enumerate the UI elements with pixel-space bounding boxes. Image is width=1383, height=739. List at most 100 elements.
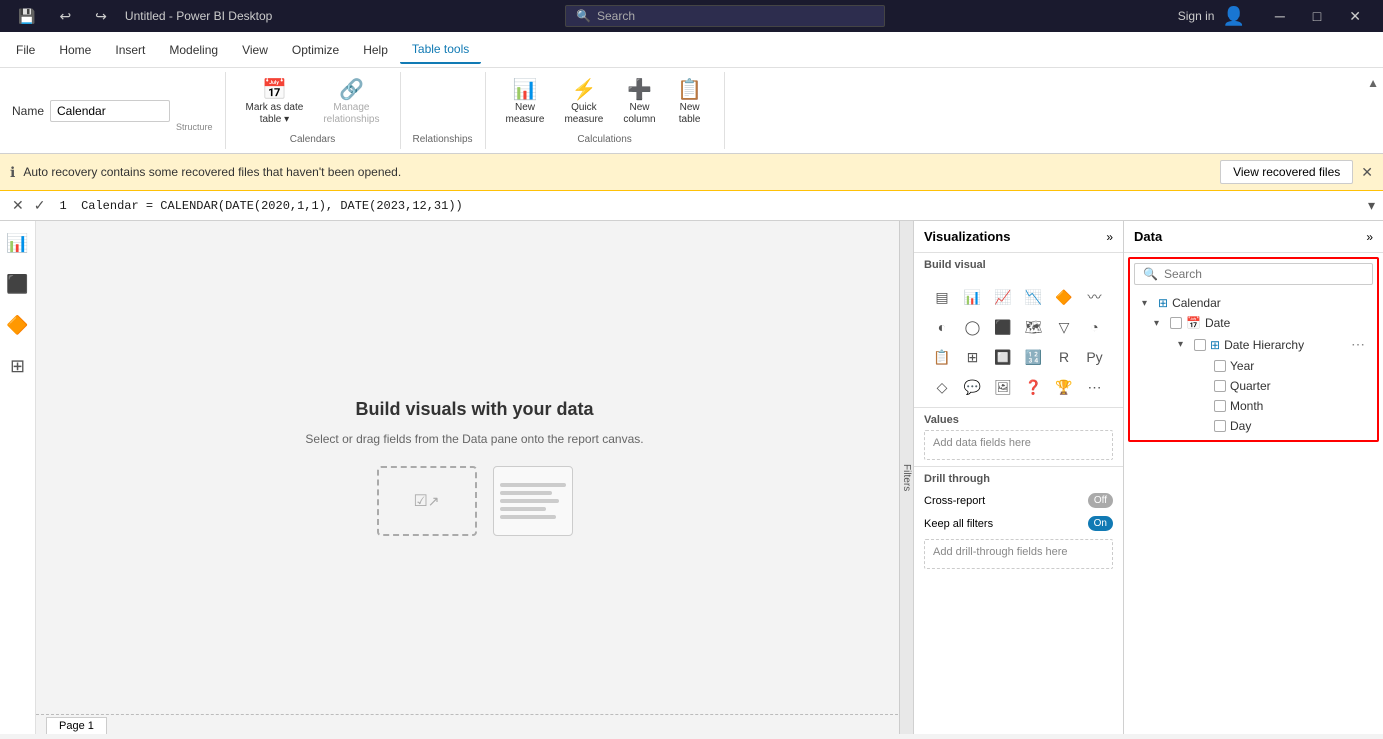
view-recovered-files-button[interactable]: View recovered files [1220, 160, 1353, 184]
model-view-icon[interactable]: 🔶 [2, 311, 32, 340]
new-table-button[interactable]: 📋 Newtable [668, 76, 712, 130]
viz-expand-button[interactable]: » [1106, 230, 1113, 244]
report-view-icon[interactable]: 📊 [2, 229, 32, 258]
minimize-button[interactable]: ─ [1261, 4, 1299, 28]
canvas-list-box [493, 466, 573, 536]
formula-cancel-button[interactable]: ✕ [8, 195, 28, 216]
new-column-button[interactable]: ➕ Newcolumn [615, 76, 663, 130]
data-search-box[interactable]: 🔍 [1134, 263, 1373, 285]
canvas-content: Build visuals with your data Select or d… [36, 221, 913, 714]
structure-label: Structure [176, 122, 213, 132]
menu-insert[interactable]: Insert [103, 37, 157, 63]
viz-combo-icon[interactable]: 〰 [1081, 283, 1109, 311]
quick-measure-button[interactable]: ⚡ Quickmeasure [556, 76, 611, 130]
menu-file[interactable]: File [4, 37, 47, 63]
viz-card-icon[interactable]: 📋 [928, 343, 956, 371]
date-tree-group: ▾ 📅 Date ▾ ⊞ Date Hierarchy ⋯ [1138, 313, 1369, 436]
dag-view-icon[interactable]: ⊞ [6, 352, 29, 381]
viz-line-icon[interactable]: 📈 [989, 283, 1017, 311]
month-checkbox[interactable] [1214, 400, 1226, 412]
viz-textbox-icon[interactable]: 💬 [959, 373, 987, 401]
maximize-button[interactable]: □ [1299, 4, 1335, 28]
title-search-box[interactable]: 🔍 Search [565, 5, 885, 27]
viz-kpi-icon[interactable]: 🔢 [1020, 343, 1048, 371]
undo-button[interactable]: ↩ [49, 4, 81, 29]
quick-measure-label: Quickmeasure [564, 102, 603, 126]
formula-input[interactable] [55, 197, 1362, 215]
calculations-buttons: 📊 Newmeasure ⚡ Quickmeasure ➕ Newcolumn … [498, 76, 712, 130]
calendar-tree-item[interactable]: ▾ ⊞ Calendar [1138, 293, 1369, 313]
date-tree-item[interactable]: ▾ 📅 Date [1150, 313, 1369, 333]
viz-map-icon[interactable]: 🗺 [1020, 313, 1048, 341]
viz-shape-icon[interactable]: ◇ [928, 373, 956, 401]
hierarchy-more-button[interactable]: ⋯ [1351, 336, 1365, 353]
viz-table-icon[interactable]: ▤ [928, 283, 956, 311]
date-checkbox[interactable] [1170, 317, 1182, 329]
formula-confirm-button[interactable]: ✓ [30, 195, 50, 216]
page-tab[interactable]: Page 1 [46, 717, 107, 734]
drill-drop-area[interactable]: Add drill-through fields here [924, 539, 1113, 569]
data-search-input[interactable] [1164, 267, 1364, 281]
quick-measure-icon: ⚡ [571, 80, 596, 100]
filters-sidebar[interactable]: Filters [899, 221, 913, 734]
close-notification-button[interactable]: ✕ [1361, 164, 1373, 181]
data-panel-expand[interactable]: » [1366, 230, 1373, 244]
viz-more-icon[interactable]: ⋯ [1081, 373, 1109, 401]
save-button[interactable]: 💾 [8, 4, 45, 29]
new-measure-label: Newmeasure [506, 102, 545, 126]
viz-donut-icon[interactable]: ◯ [959, 313, 987, 341]
viz-qa-icon[interactable]: ❓ [1020, 373, 1048, 401]
cross-report-toggle-btn[interactable]: Off [1088, 493, 1113, 508]
menu-optimize[interactable]: Optimize [280, 37, 351, 63]
year-tree-item[interactable]: Year [1210, 356, 1369, 376]
close-button[interactable]: ✕ [1335, 4, 1375, 29]
formula-expand-button[interactable]: ▾ [1368, 197, 1375, 214]
menu-view[interactable]: View [230, 37, 280, 63]
year-checkbox[interactable] [1214, 360, 1226, 372]
day-checkbox[interactable] [1214, 420, 1226, 432]
viz-matrix-icon[interactable]: ⊞ [959, 343, 987, 371]
menu-modeling[interactable]: Modeling [157, 37, 230, 63]
ribbon-calendars-group: 📅 Mark as datetable ▾ 🔗 Managerelationsh… [226, 72, 401, 149]
viz-bar-icon[interactable]: 📊 [959, 283, 987, 311]
sign-in-label[interactable]: Sign in [1178, 9, 1215, 23]
viz-area-icon[interactable]: 📉 [1020, 283, 1048, 311]
viz-treemap-icon[interactable]: ⬛ [989, 313, 1017, 341]
viz-r-icon[interactable]: R [1050, 343, 1078, 371]
new-measure-button[interactable]: 📊 Newmeasure [498, 76, 553, 130]
formula-bar-actions: ✕ ✓ [8, 195, 49, 216]
data-panel-header: Data » [1124, 221, 1383, 253]
manage-rel-label: Managerelationships [323, 102, 379, 126]
user-icon[interactable]: 👤 [1222, 6, 1244, 27]
viz-icons-row1: ▤ 📊 📈 📉 🔶 〰 ◐ ◯ ⬛ 🗺 ▽ ◔ 📋 ⊞ 🔲 🔢 R Py ◇ � [920, 279, 1117, 405]
menu-home[interactable]: Home [47, 37, 103, 63]
viz-pie-icon[interactable]: ◐ [928, 313, 956, 341]
month-tree-item[interactable]: Month [1210, 396, 1369, 416]
ribbon-collapse[interactable]: ▲ [1363, 72, 1383, 149]
redo-button[interactable]: ↪ [85, 4, 117, 29]
keep-filters-toggle-btn[interactable]: On [1088, 516, 1113, 531]
left-sidebar: 📊 ⬛ 🔶 ⊞ [0, 221, 36, 734]
hierarchy-checkbox[interactable] [1194, 339, 1206, 351]
menu-table-tools[interactable]: Table tools [400, 36, 481, 64]
quarter-tree-item[interactable]: Quarter [1210, 376, 1369, 396]
viz-slicer-icon[interactable]: 🔲 [989, 343, 1017, 371]
mark-as-date-table-button[interactable]: 📅 Mark as datetable ▾ [238, 76, 312, 130]
manage-relationships-button[interactable]: 🔗 Managerelationships [315, 76, 387, 130]
day-tree-item[interactable]: Day [1210, 416, 1369, 436]
quarter-checkbox[interactable] [1214, 380, 1226, 392]
values-drop-area[interactable]: Add data fields here [924, 430, 1113, 460]
title-bar: 💾 ↩ ↪ Untitled - Power BI Desktop 🔍 Sear… [0, 0, 1383, 32]
viz-gauge-icon[interactable]: ◔ [1081, 313, 1109, 341]
viz-decomp-icon[interactable]: 🏆 [1050, 373, 1078, 401]
viz-funnel-icon[interactable]: ▽ [1050, 313, 1078, 341]
viz-python-icon[interactable]: Py [1081, 343, 1109, 371]
viz-scatter-icon[interactable]: 🔶 [1050, 283, 1078, 311]
name-label: Name [12, 104, 44, 118]
name-input[interactable] [50, 100, 170, 122]
table-view-icon[interactable]: ⬛ [2, 270, 32, 299]
viz-image-icon[interactable]: 🖼 [989, 373, 1017, 401]
hierarchy-tree-item[interactable]: ▾ ⊞ Date Hierarchy ⋯ [1174, 333, 1369, 356]
menu-help[interactable]: Help [351, 37, 400, 63]
values-title: Values [924, 414, 1113, 426]
